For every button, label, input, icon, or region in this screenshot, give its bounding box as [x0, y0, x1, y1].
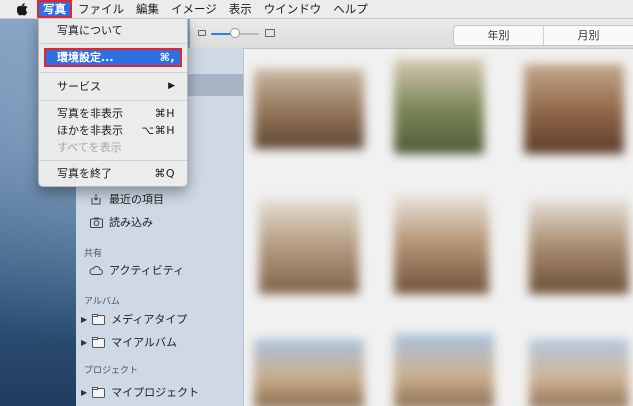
menu-item-services[interactable]: サービス ▶ — [45, 78, 181, 95]
menu-view[interactable]: 表示 — [223, 0, 258, 18]
import-icon — [89, 216, 103, 228]
sidebar-item-label: マイプロジェクト — [111, 386, 200, 399]
projects-section-header: プロジェクト — [84, 366, 139, 376]
sidebar-item-activity[interactable]: アクティビティ — [89, 262, 184, 278]
menu-item-label: サービス — [57, 80, 101, 93]
photo-thumbnail[interactable] — [259, 199, 359, 294]
photo-thumbnail[interactable] — [254, 69, 364, 149]
view-segmented-control: 年別 月別 — [453, 25, 633, 46]
menu-item-label: ほかを非表示 — [57, 124, 123, 137]
apple-menu-icon[interactable] — [15, 2, 29, 16]
menu-item-label: 写真を終了 — [57, 167, 112, 180]
menu-item-quit[interactable]: 写真を終了 ⌘Q — [45, 165, 181, 182]
recent-icon — [89, 193, 103, 205]
menu-item-show-all: すべてを表示 — [45, 139, 181, 156]
shared-section-header: 共有 — [84, 249, 103, 259]
zoom-in-icon[interactable] — [265, 29, 275, 37]
sidebar-item-media-types[interactable]: ▶ メディアタイプ — [81, 311, 187, 327]
menu-item-label: すべてを表示 — [57, 141, 122, 154]
menu-item-label: 写真について — [57, 24, 123, 37]
photo-thumbnail[interactable] — [254, 339, 364, 406]
photo-thumbnail[interactable] — [524, 64, 624, 154]
zoom-out-icon[interactable] — [198, 30, 206, 36]
folder-icon — [91, 386, 105, 398]
menu-item-shortcut: ⌘Q — [154, 167, 175, 180]
sidebar-item-import[interactable]: 読み込み — [89, 214, 153, 230]
sidebar-item-label: マイアルバム — [111, 336, 178, 349]
menu-file[interactable]: ファイル — [72, 0, 130, 18]
photo-thumbnail[interactable] — [394, 334, 494, 406]
menu-help[interactable]: ヘルプ — [327, 0, 374, 18]
photo-thumbnail[interactable] — [394, 59, 484, 154]
disclosure-triangle-icon[interactable]: ▶ — [81, 338, 87, 347]
menu-bar: 写真 ファイル 編集 イメージ 表示 ウインドウ ヘルプ — [0, 0, 633, 19]
segment-months[interactable]: 月別 — [544, 26, 633, 45]
menu-item-shortcut: ⌘, — [159, 51, 175, 64]
menu-item-label: 環境設定... — [57, 51, 114, 64]
zoom-slider[interactable] — [198, 28, 288, 39]
photo-thumbnail[interactable] — [529, 339, 629, 406]
menu-item-label: 写真を非表示 — [57, 107, 123, 120]
menu-separator — [39, 72, 187, 73]
menu-item-hide-others[interactable]: ほかを非表示 ⌥⌘H — [45, 122, 181, 139]
zoom-knob[interactable] — [230, 28, 240, 38]
folder-icon — [91, 336, 105, 348]
menu-window[interactable]: ウインドウ — [258, 0, 328, 18]
sidebar-item-label: 最近の項目 — [109, 193, 164, 206]
menu-edit[interactable]: 編集 — [130, 0, 165, 18]
menu-separator — [39, 43, 187, 44]
menu-image[interactable]: イメージ — [165, 0, 223, 18]
photo-thumbnail[interactable] — [529, 199, 629, 294]
photo-thumbnail[interactable] — [394, 194, 489, 294]
menu-item-about[interactable]: 写真について — [45, 22, 181, 39]
submenu-arrow-icon: ▶ — [168, 81, 175, 91]
photos-app-menu: 写真について 環境設定... ⌘, サービス ▶ 写真を非表示 ⌘H ほかを非表… — [38, 18, 188, 187]
menu-item-hide[interactable]: 写真を非表示 ⌘H — [45, 105, 181, 122]
disclosure-triangle-icon[interactable]: ▶ — [81, 388, 87, 397]
menu-photos[interactable]: 写真 — [37, 0, 72, 18]
sidebar-item-my-albums[interactable]: ▶ マイアルバム — [81, 334, 177, 350]
disclosure-triangle-icon[interactable]: ▶ — [81, 315, 87, 324]
menu-item-shortcut: ⌥⌘H — [141, 124, 175, 137]
menu-separator — [39, 100, 187, 101]
sidebar-item-label: アクティビティ — [109, 264, 185, 277]
sidebar-item-recent[interactable]: 最近の項目 — [89, 191, 164, 207]
cloud-icon — [89, 264, 103, 276]
sidebar-item-label: メディアタイプ — [111, 313, 188, 326]
sidebar-item-label: 読み込み — [109, 216, 153, 229]
albums-section-header: アルバム — [84, 297, 120, 307]
folder-icon — [91, 313, 105, 325]
sidebar-item-my-projects[interactable]: ▶ マイプロジェクト — [81, 384, 199, 400]
menu-separator — [39, 160, 187, 161]
menu-item-preferences[interactable]: 環境設定... ⌘, — [44, 48, 182, 67]
menu-item-shortcut: ⌘H — [154, 107, 175, 120]
segment-years[interactable]: 年別 — [454, 26, 544, 45]
photo-grid — [244, 49, 633, 406]
